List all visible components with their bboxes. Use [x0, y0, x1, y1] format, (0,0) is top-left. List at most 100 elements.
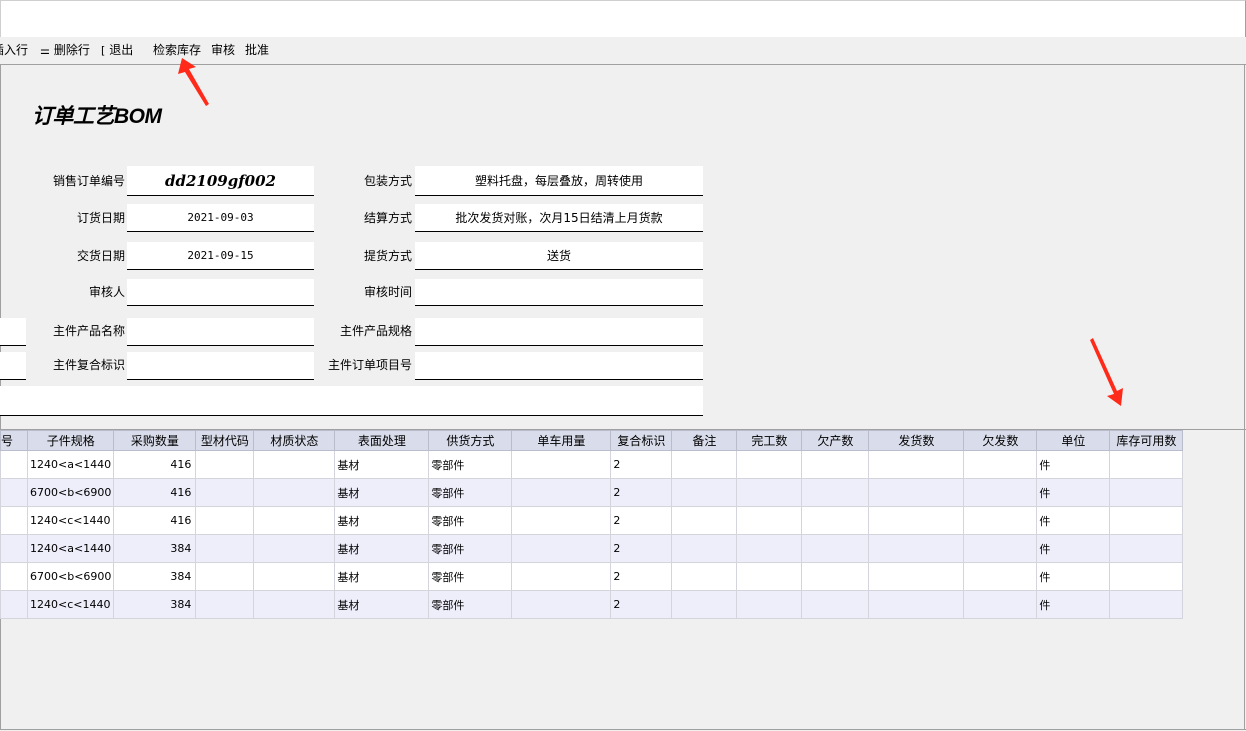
table-cell[interactable]	[671, 562, 738, 591]
table-cell[interactable]	[671, 478, 738, 507]
col-header[interactable]: 单车用量	[511, 430, 612, 451]
table-cell[interactable]: 2	[610, 534, 673, 563]
table-cell[interactable]: 1240<c<1440	[26, 506, 115, 535]
table-cell[interactable]	[1109, 534, 1184, 563]
left-partial-field-1[interactable]	[0, 318, 26, 346]
table-cell[interactable]	[511, 506, 612, 535]
table-cell[interactable]	[868, 450, 965, 479]
table-cell[interactable]	[0, 562, 28, 591]
main-composite-field[interactable]	[127, 352, 314, 380]
table-cell[interactable]	[1109, 478, 1184, 507]
table-cell[interactable]	[195, 590, 255, 619]
col-header[interactable]: 库存可用数	[1109, 430, 1184, 451]
main-spec-field[interactable]	[415, 318, 703, 346]
table-cell[interactable]: 1240<c<1440	[26, 590, 115, 619]
table-cell[interactable]	[0, 534, 28, 563]
table-cell[interactable]	[963, 478, 1038, 507]
main-product-name-field[interactable]	[127, 318, 314, 346]
exit-button[interactable]: [退出	[101, 42, 133, 58]
table-cell[interactable]	[736, 534, 803, 563]
table-cell[interactable]: 2	[610, 450, 673, 479]
review-time-field[interactable]	[415, 279, 703, 306]
table-cell[interactable]	[736, 450, 803, 479]
pickup-field[interactable]: 送货	[415, 242, 703, 270]
approve-button[interactable]: 批准	[245, 42, 269, 58]
table-cell[interactable]: 零部件	[428, 478, 513, 507]
settlement-field[interactable]: 批次发货对账，次月15日结清上月货款	[415, 204, 703, 232]
table-cell[interactable]	[253, 534, 336, 563]
table-cell[interactable]: 零部件	[428, 590, 513, 619]
col-header[interactable]: 号	[0, 430, 28, 451]
table-cell[interactable]: 件	[1036, 590, 1111, 619]
table-cell[interactable]	[511, 590, 612, 619]
col-header[interactable]: 单位	[1036, 430, 1111, 451]
table-cell[interactable]: 零部件	[428, 562, 513, 591]
table-cell[interactable]: 件	[1036, 450, 1111, 479]
col-header[interactable]: 欠发数	[963, 430, 1038, 451]
table-cell[interactable]: 件	[1036, 562, 1111, 591]
table-cell[interactable]	[1109, 590, 1184, 619]
table-cell[interactable]	[253, 590, 336, 619]
table-row[interactable]: 1240<c<1440 416 基材 零部件 2 件	[0, 506, 1184, 535]
table-cell[interactable]: 基材	[334, 590, 430, 619]
table-cell[interactable]: 件	[1036, 478, 1111, 507]
main-item-no-field[interactable]	[415, 352, 703, 380]
table-cell[interactable]	[253, 478, 336, 507]
table-cell[interactable]: 基材	[334, 534, 430, 563]
table-cell[interactable]	[195, 450, 255, 479]
table-cell[interactable]: 6700<b<6900	[26, 562, 115, 591]
table-cell[interactable]	[736, 590, 803, 619]
table-cell[interactable]: 基材	[334, 506, 430, 535]
col-header[interactable]: 供货方式	[428, 430, 513, 451]
table-cell[interactable]	[671, 590, 738, 619]
table-cell[interactable]	[736, 506, 803, 535]
table-cell[interactable]	[671, 534, 738, 563]
table-cell[interactable]: 2	[610, 590, 673, 619]
table-cell[interactable]	[0, 590, 28, 619]
table-cell[interactable]	[0, 478, 28, 507]
table-cell[interactable]	[868, 534, 965, 563]
table-cell[interactable]	[736, 478, 803, 507]
table-cell[interactable]: 6700<b<6900	[26, 478, 115, 507]
delivery-date-field[interactable]: 2021-09-15	[127, 242, 314, 270]
table-cell[interactable]	[963, 534, 1038, 563]
table-cell[interactable]	[1109, 506, 1184, 535]
table-cell[interactable]	[195, 562, 255, 591]
col-header[interactable]: 复合标识	[610, 430, 673, 451]
table-cell[interactable]	[511, 534, 612, 563]
table-row[interactable]: 1240<c<1440 384 基材 零部件 2 件	[0, 590, 1184, 619]
delete-row-button[interactable]: ⚌ 删除行	[40, 42, 90, 58]
table-cell[interactable]	[868, 562, 965, 591]
table-cell[interactable]: 零部件	[428, 534, 513, 563]
table-cell[interactable]	[963, 450, 1038, 479]
order-date-field[interactable]: 2021-09-03	[127, 204, 314, 232]
table-cell[interactable]: 基材	[334, 562, 430, 591]
table-cell[interactable]	[671, 450, 738, 479]
table-cell[interactable]	[253, 562, 336, 591]
table-cell[interactable]: 1240<a<1440	[26, 450, 115, 479]
table-cell[interactable]: 2	[610, 478, 673, 507]
col-header[interactable]: 型材代码	[195, 430, 255, 451]
col-header[interactable]: 欠产数	[801, 430, 870, 451]
table-cell[interactable]	[801, 450, 870, 479]
col-header[interactable]: 完工数	[736, 430, 803, 451]
col-header[interactable]: 表面处理	[334, 430, 430, 451]
table-row[interactable]: 1240<a<1440 384 基材 零部件 2 件	[0, 534, 1184, 563]
table-row[interactable]: 6700<b<6900 384 基材 零部件 2 件	[0, 562, 1184, 591]
table-cell[interactable]	[963, 506, 1038, 535]
table-cell[interactable]: 零部件	[428, 450, 513, 479]
remark-field[interactable]	[0, 386, 703, 416]
table-row[interactable]: 1240<a<1440 416 基材 零部件 2 件	[0, 450, 1184, 479]
table-cell[interactable]	[1109, 562, 1184, 591]
reviewer-field[interactable]	[127, 279, 314, 306]
table-cell[interactable]	[511, 562, 612, 591]
table-cell[interactable]	[1109, 450, 1184, 479]
table-cell[interactable]: 384	[113, 562, 197, 591]
table-cell[interactable]	[801, 562, 870, 591]
table-cell[interactable]	[963, 562, 1038, 591]
col-header[interactable]: 发货数	[868, 430, 965, 451]
table-cell[interactable]: 件	[1036, 506, 1111, 535]
table-cell[interactable]: 1240<a<1440	[26, 534, 115, 563]
table-cell[interactable]	[253, 506, 336, 535]
table-cell[interactable]	[195, 506, 255, 535]
